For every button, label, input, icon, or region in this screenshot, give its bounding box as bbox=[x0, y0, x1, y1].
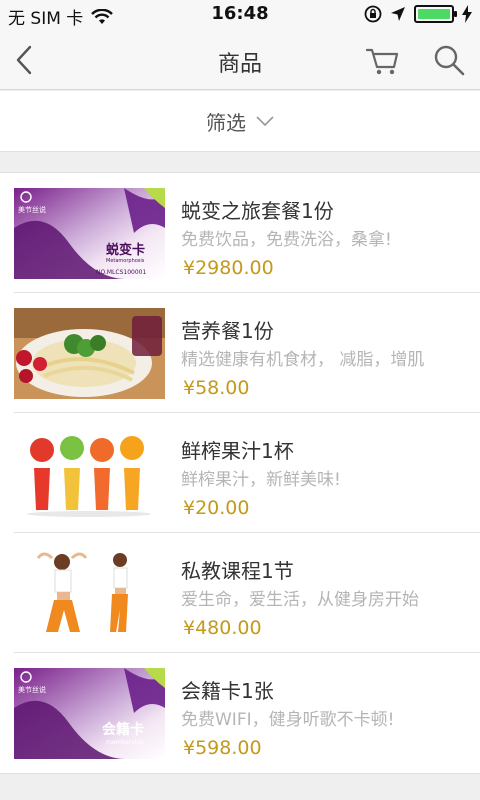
card-name-text: 蜕变卡 bbox=[106, 242, 145, 258]
product-description: 鲜榨果汁，新鲜美味! bbox=[181, 470, 341, 490]
back-button[interactable] bbox=[10, 42, 46, 78]
nav-bar: 商品 bbox=[0, 30, 480, 90]
filter-dropdown[interactable]: 筛选 bbox=[0, 91, 480, 152]
product-description: 免费饮品，免费洗浴，桑拿! bbox=[181, 230, 392, 250]
card-logo-text: 美节丝说 bbox=[18, 685, 46, 694]
card-sub-text: membership bbox=[106, 739, 144, 746]
product-title: 鲜榨果汁1杯 bbox=[181, 439, 294, 463]
product-item[interactable]: 鲜榨果汁1杯 鲜榨果汁，新鲜美味! ¥20.00 bbox=[14, 413, 480, 533]
card-sub-text: Metamorphosis bbox=[106, 258, 145, 264]
product-description: 免费WIFI，健身听歌不卡顿! bbox=[181, 710, 395, 730]
product-price: ¥2980.00 bbox=[183, 257, 274, 279]
status-bar: 无 SIM 卡 16:48 bbox=[0, 0, 480, 30]
product-thumbnail bbox=[14, 308, 165, 399]
chevron-down-icon bbox=[256, 116, 274, 126]
product-title: 营养餐1份 bbox=[181, 319, 274, 343]
product-price: ¥58.00 bbox=[183, 377, 250, 399]
product-list: 美节丝说 蜕变卡 Metamorphosis NO.MLCS100001 蜕变之… bbox=[0, 172, 480, 774]
product-thumbnail bbox=[14, 548, 165, 639]
product-price: ¥598.00 bbox=[183, 737, 262, 759]
product-item[interactable]: 美节丝说 会籍卡 membership 会籍卡1张 免费WIFI，健身听歌不卡顿… bbox=[14, 653, 480, 773]
product-description: 精选健康有机食材， 减脂，增肌 bbox=[181, 350, 425, 370]
product-title: 会籍卡1张 bbox=[181, 679, 274, 703]
product-price: ¥20.00 bbox=[183, 497, 250, 519]
status-right bbox=[364, 5, 472, 23]
product-thumbnail: 美节丝说 会籍卡 membership bbox=[14, 668, 165, 759]
product-price: ¥480.00 bbox=[183, 617, 262, 639]
product-thumbnail bbox=[14, 428, 165, 519]
filter-label: 筛选 bbox=[206, 110, 246, 135]
battery-icon bbox=[414, 5, 457, 23]
page-title: 商品 bbox=[217, 52, 262, 77]
product-title: 私教课程1节 bbox=[181, 559, 294, 583]
product-item[interactable]: 美节丝说 蜕变卡 Metamorphosis NO.MLCS100001 蜕变之… bbox=[14, 173, 480, 293]
card-name-text: 会籍卡 bbox=[102, 721, 144, 738]
card-number-text: NO.MLCS100001 bbox=[96, 269, 146, 276]
location-arrow-icon bbox=[391, 7, 405, 21]
card-logo-text: 美节丝说 bbox=[18, 205, 46, 214]
product-description: 爱生命，爱生活，从健身房开始 bbox=[181, 590, 419, 610]
charging-bolt-icon bbox=[462, 5, 472, 23]
product-thumbnail: 美节丝说 蜕变卡 Metamorphosis NO.MLCS100001 bbox=[14, 188, 165, 279]
product-item[interactable]: 私教课程1节 爱生命，爱生活，从健身房开始 ¥480.00 bbox=[14, 533, 480, 653]
cart-icon[interactable] bbox=[362, 42, 402, 78]
product-item[interactable]: 营养餐1份 精选健康有机食材， 减脂，增肌 ¥58.00 bbox=[14, 293, 480, 413]
rotation-lock-icon bbox=[364, 5, 382, 23]
search-icon[interactable] bbox=[430, 42, 468, 78]
product-title: 蜕变之旅套餐1份 bbox=[181, 199, 334, 223]
